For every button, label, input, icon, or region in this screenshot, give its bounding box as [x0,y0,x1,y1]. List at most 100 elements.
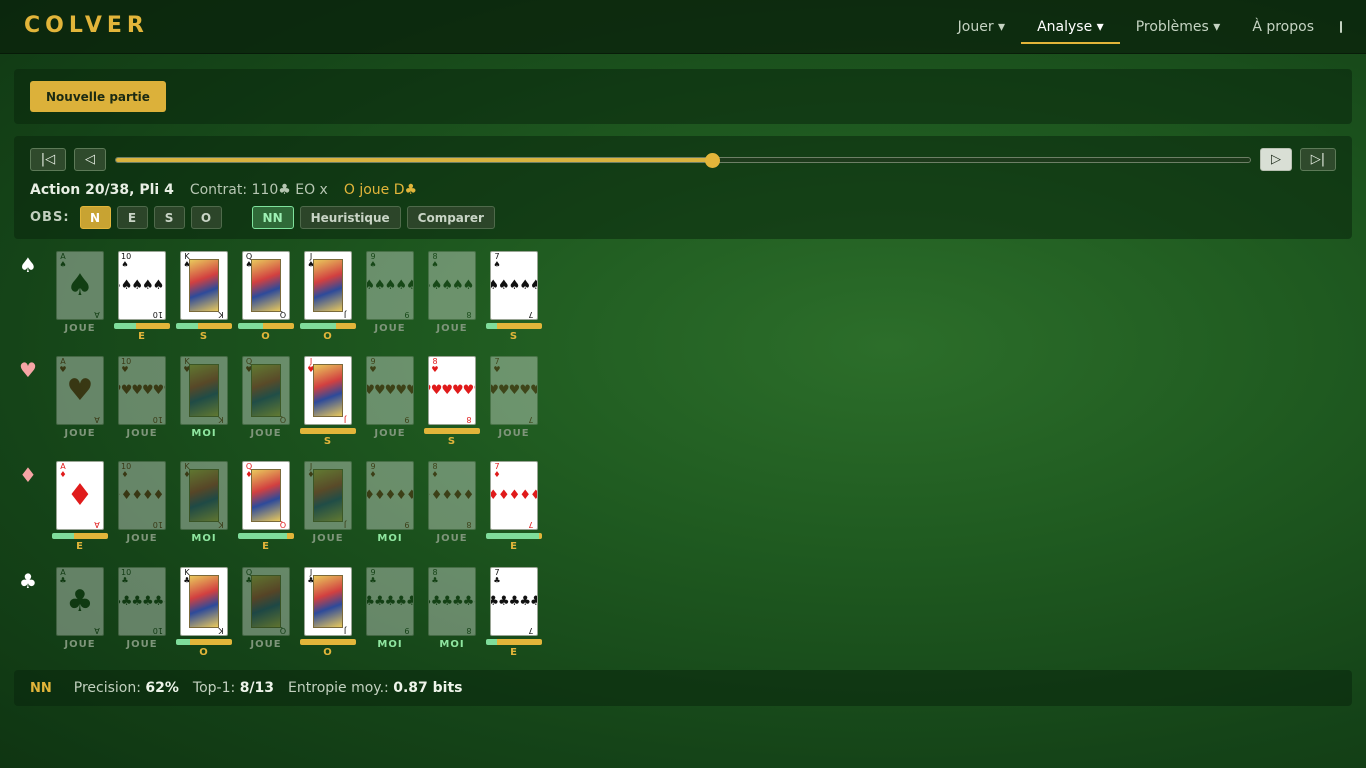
slider-thumb[interactable] [705,153,721,168]
playing-card[interactable]: 9♥9♥♥♥♥♥♥♥♥♥ [366,356,414,425]
face-card-art [189,364,219,417]
card-corner: A [94,626,100,635]
next-move-button[interactable]: ▷ [1260,148,1292,171]
app-logo[interactable]: COLVER [24,13,149,38]
slider-fill [116,158,713,162]
card-corner: A [94,520,100,529]
first-move-button[interactable]: |◁ [30,148,66,171]
seat-button-e[interactable]: E [116,206,148,229]
playing-card[interactable]: 7♣7♣♣♣♣♣♣♣ [490,567,538,636]
card-pips: ♦♦♦♦♦♦♦♦♦♦ [119,487,165,503]
card-status-label: E [510,647,518,658]
main-nav: Jouer ▾ Analyse ▾ Problèmes ▾ À propos [942,0,1366,54]
card-status-label: JOUE [250,428,282,439]
theme-toggle-button[interactable] [1330,0,1366,54]
playing-card[interactable]: 8♣8♣♣♣♣♣♣♣♣ [428,567,476,636]
playing-card[interactable]: 10♣10♣♣♣♣♣♣♣♣♣♣ [118,567,166,636]
playing-card[interactable]: A ♠ A ♠ [56,251,104,320]
probability-bar [300,323,356,329]
playing-card[interactable]: J ♠ J [304,251,352,320]
last-move-button[interactable]: ▷| [1300,148,1336,171]
card-pips: ♦♦♦♦♦♦♦♦ [429,487,475,503]
playing-card[interactable]: A ♣ A ♣ [56,567,104,636]
playing-card[interactable]: 10♦10♦♦♦♦♦♦♦♦♦♦ [118,461,166,530]
card-status-label: MOI [377,533,403,544]
new-game-button[interactable]: Nouvelle partie [30,81,166,112]
card-pips: ♠♠♠♠♠♠♠♠♠♠ [119,277,165,293]
card-corner: 10 [152,310,163,319]
playing-card[interactable]: 9♦9♦♦♦♦♦♦♦♦♦ [366,461,414,530]
card-status-label: E [510,541,518,552]
card-status-label: JOUE [374,323,406,334]
contract-info: Contrat: 110♣ EO x [189,182,328,198]
playing-card[interactable]: 9♣9♣♣♣♣♣♣♣♣♣ [366,567,414,636]
playing-card[interactable]: Q ♦ Q [242,461,290,530]
nav-jouer[interactable]: Jouer ▾ [942,0,1021,54]
probability-bar [238,323,294,329]
playing-card[interactable]: K ♣ K [180,567,228,636]
playing-card[interactable]: 10♠10♠♠♠♠♠♠♠♠♠♠ [118,251,166,320]
seat-button-o[interactable]: O [190,206,222,229]
card-status-label: O [323,331,333,342]
last-play: O joue D♣ [343,182,418,198]
seat-button-s[interactable]: S [153,206,185,229]
playing-card[interactable]: K ♠ K [180,251,228,320]
probability-bar [486,323,542,329]
playing-card[interactable]: 7♠7♠♠♠♠♠♠♠ [490,251,538,320]
mode-button-heuristique[interactable]: Heuristique [299,206,401,229]
replay-slider[interactable] [115,153,1251,168]
step-back-icon: ◁ [85,152,95,167]
playing-card[interactable]: J ♣ J [304,567,352,636]
card-corner: 10 [152,520,163,529]
prev-move-button[interactable]: ◁ [74,148,106,171]
playing-card[interactable]: 7♦7♦♦♦♦♦♦♦ [490,461,538,530]
observer-row: OBS: N E S O NN Heuristique Comparer [30,206,495,229]
playing-card[interactable]: Q ♠ Q [242,251,290,320]
status-line: Action 20/38, Pli 4 Contrat: 110♣ EO x O… [30,182,417,198]
card-status-label: JOUE [64,639,96,650]
playing-card[interactable]: J ♦ J [304,461,352,530]
mode-button-comparer[interactable]: Comparer [406,206,495,229]
card-status-label: JOUE [250,639,282,650]
card-status-label: JOUE [374,428,406,439]
card-pips: ♣ [66,583,94,619]
mode-button-nn[interactable]: NN [251,206,294,229]
playing-card[interactable]: Q ♣ Q [242,567,290,636]
seat-button-n[interactable]: N [79,206,111,229]
card-status-label: E [76,541,84,552]
card-status-label: E [138,331,146,342]
playing-card[interactable]: 7♥7♥♥♥♥♥♥♥ [490,356,538,425]
playing-card[interactable]: 10♥10♥♥♥♥♥♥♥♥♥♥ [118,356,166,425]
playing-card[interactable]: J ♥ J [304,356,352,425]
card-corner: 8 [466,626,472,635]
skip-end-icon: ▷| [1310,152,1326,167]
card-status-label: JOUE [436,533,468,544]
card-status-label: JOUE [126,533,158,544]
playing-card[interactable]: 9♠9♠♠♠♠♠♠♠♠♠ [366,251,414,320]
playing-card[interactable]: K ♥ K [180,356,228,425]
playing-card[interactable]: A ♦ A ♦ [56,461,104,530]
card-corner: 8 [466,520,472,529]
playing-card[interactable]: A ♥ A ♥ [56,356,104,425]
card-status-label: S [447,436,457,447]
card-status-label: JOUE [64,428,96,439]
face-card-art [189,575,219,628]
playing-card[interactable]: K ♦ K [180,461,228,530]
playing-card[interactable]: 8♦8♦♦♦♦♦♦♦♦ [428,461,476,530]
step-forward-icon: ▷ [1271,152,1281,167]
playing-card[interactable]: Q ♥ Q [242,356,290,425]
face-card-art [189,259,219,312]
playing-card[interactable]: 8♥8♥♥♥♥♥♥♥♥ [428,356,476,425]
nav-problemes[interactable]: Problèmes ▾ [1120,0,1237,54]
playing-card[interactable]: 8♠8♠♠♠♠♠♠♠♠ [428,251,476,320]
card-status-label: JOUE [64,323,96,334]
suit-label: ♣ [19,569,37,593]
card-status-label: MOI [191,533,217,544]
nav-a-propos[interactable]: À propos [1236,0,1330,54]
card-corner: 9 [404,520,410,529]
card-pips: ♥ [66,372,94,408]
new-game-panel: Nouvelle partie [14,69,1352,124]
nav-analyse[interactable]: Analyse ▾ [1021,0,1120,54]
card-pips: ♠♠♠♠♠♠♠♠♠ [367,277,413,293]
action-counter: Action 20/38, Pli 4 [30,182,174,198]
